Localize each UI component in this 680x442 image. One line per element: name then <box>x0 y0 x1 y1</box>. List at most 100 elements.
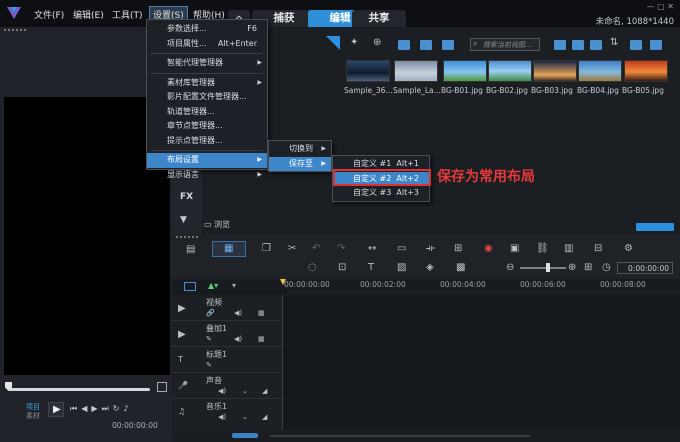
track-visibility-button[interactable] <box>184 282 196 291</box>
search-input[interactable]: ⌕ 搜索当前视图... <box>470 38 540 51</box>
photo-filter-button[interactable] <box>420 40 432 50</box>
expand-arrow-icon[interactable]: ▼ <box>180 215 187 225</box>
timeline-ruler[interactable]: ▲▾ ▾ 00:00:00:00 00:00:02:00 00:00:04:00… <box>172 279 680 295</box>
menu-file[interactable]: 文件(F) <box>34 8 64 21</box>
thumb-bg-b05[interactable] <box>624 60 668 82</box>
zoom-slider[interactable] <box>520 267 566 269</box>
panel-option2-button[interactable] <box>650 40 662 50</box>
paint-icon[interactable]: ▨ <box>397 262 406 273</box>
volume-up-icon[interactable]: ◢ <box>262 413 267 421</box>
track-audio-icon[interactable]: ◀) <box>234 335 242 343</box>
thumb-bg-b03[interactable] <box>533 60 577 82</box>
view-list-button[interactable] <box>554 40 566 50</box>
video-filter-button[interactable] <box>398 40 410 50</box>
next-frame-icon[interactable]: ▶ <box>91 404 101 413</box>
undo-icon[interactable]: ↶ <box>312 243 320 254</box>
mask-icon[interactable]: ◌ <box>308 262 317 273</box>
thumb-bg-b02[interactable] <box>488 60 532 82</box>
menu-item-profile-manager[interactable]: 影片配置文件管理器... <box>147 90 267 105</box>
sort-icon[interactable]: ⇅ <box>610 37 618 48</box>
record-icon[interactable]: ▭ <box>397 243 406 254</box>
panel-option-button[interactable] <box>630 40 642 50</box>
crop-icon[interactable]: ⊡ <box>338 262 346 273</box>
subtitle-icon[interactable]: ▣ <box>510 243 519 254</box>
volume-icon[interactable]: ♪ <box>123 404 132 413</box>
thumb-bg-b01[interactable] <box>443 60 487 82</box>
clock-icon[interactable]: ◷ <box>602 262 611 273</box>
track-audio-icon[interactable]: ◀) <box>218 387 226 395</box>
window-controls[interactable]: — ▢ ✕ <box>647 2 674 11</box>
timeline-timecode[interactable]: 0:00:00:00 <box>617 262 673 274</box>
prev-frame-icon[interactable]: ◀ <box>81 404 91 413</box>
storyboard-view-icon[interactable]: ▤ <box>186 244 195 255</box>
pin-icon[interactable]: ✦ <box>350 37 358 48</box>
menu-item-project-props[interactable]: 项目属性... Alt+Enter <box>147 37 267 52</box>
redo-icon[interactable]: ↷ <box>337 243 345 254</box>
split-icon[interactable]: ✂ <box>288 243 296 254</box>
auto-icon[interactable]: ⚙ <box>624 243 633 254</box>
link-icon[interactable]: ⛓ <box>536 243 549 254</box>
scrollbar-thumb[interactable] <box>232 433 258 438</box>
play-button[interactable]: ▶ <box>48 402 64 417</box>
track-audio-icon[interactable]: ◀) <box>234 309 242 317</box>
view-size-button[interactable] <box>590 40 602 50</box>
browse-button[interactable]: ▭ 浏览 <box>204 219 230 230</box>
playhead-marker[interactable] <box>280 279 286 285</box>
grid-icon[interactable]: ⊟ <box>594 243 602 254</box>
menu-item-layout-settings[interactable]: 布局设置 ▶ <box>147 153 267 168</box>
menu-item-save-to[interactable]: 保存至 ▶ <box>269 156 331 171</box>
zoom-slider-handle[interactable] <box>546 263 550 272</box>
motion-icon[interactable]: ◉ <box>484 243 493 254</box>
add-marker-icon[interactable]: ▲▾ <box>208 281 218 290</box>
mix-icon[interactable]: ⟛ <box>426 243 435 254</box>
menu-edit[interactable]: 编辑(E) <box>73 8 104 21</box>
menu-item-cue-manager[interactable]: 提示点管理器... <box>147 134 267 149</box>
scrub-bar[interactable] <box>8 388 150 391</box>
menu-item-switch-to[interactable]: 切换到 ▶ <box>269 142 331 157</box>
clip-mode-label[interactable]: 素材 <box>26 411 40 421</box>
tab-share[interactable]: 共享 <box>352 10 406 27</box>
timeline-scrollbar[interactable] <box>172 430 680 442</box>
menu-item-smart-proxy[interactable]: 智能代理管理器 ▶ <box>147 56 267 71</box>
add-icon[interactable]: ⊕ <box>373 37 381 48</box>
scroll-track[interactable] <box>270 435 530 437</box>
track-link-icon[interactable]: 🔗 <box>206 309 215 317</box>
copy-icon[interactable]: ❐ <box>262 243 271 254</box>
fit-icon[interactable]: ↔ <box>368 243 376 254</box>
color-icon[interactable]: ◈ <box>426 262 434 273</box>
thumb-bg-b04[interactable] <box>578 60 622 82</box>
view-thumb-button[interactable] <box>572 40 584 50</box>
snapshot-icon[interactable] <box>157 382 167 392</box>
title-icon[interactable]: T <box>368 262 374 273</box>
menu-item-preferences[interactable]: 参数选择... F6 <box>147 22 267 37</box>
thumb-sample-la[interactable] <box>394 60 438 82</box>
player-timecode[interactable]: 00:00:00:00 <box>112 421 158 430</box>
menu-tools[interactable]: 工具(T) <box>112 8 143 21</box>
zoom-in-icon[interactable]: ⊕ <box>568 262 576 273</box>
track-grid-icon[interactable]: ▦ <box>258 309 265 317</box>
chapter-icon[interactable]: ▥ <box>564 243 573 254</box>
menu-item-chapter-manager[interactable]: 章节点管理器... <box>147 119 267 134</box>
volume-up-icon[interactable]: ◢ <box>262 387 267 395</box>
track-edit-icon[interactable]: ✎ <box>206 335 212 343</box>
fit-project-icon[interactable]: ⊞ <box>584 262 592 273</box>
menu-item-track-manager[interactable]: 轨道管理器... <box>147 105 267 120</box>
menu-item-library-manager[interactable]: 素材库管理器 ▶ <box>147 76 267 91</box>
zoom-out-icon[interactable]: ⊖ <box>506 262 514 273</box>
audio-filter-button[interactable] <box>442 40 454 50</box>
track-audio-icon[interactable]: ◀) <box>218 413 226 421</box>
timeline-view-button[interactable]: ▦ <box>212 241 246 257</box>
repeat-icon[interactable]: ↻ <box>113 404 124 413</box>
fx-button[interactable]: FX <box>180 192 193 202</box>
chevron-down-icon[interactable]: ⌄ <box>242 387 248 395</box>
go-start-icon[interactable]: ⏮ <box>70 404 81 413</box>
track-icon[interactable]: ⊞ <box>454 243 462 254</box>
track-edit-icon[interactable]: ✎ <box>206 361 212 369</box>
menu-item-custom-3[interactable]: 自定义 #3 Alt+3 <box>333 186 429 201</box>
ripple-icon[interactable]: ▾ <box>232 281 236 290</box>
track-grid-icon[interactable]: ▦ <box>258 335 265 343</box>
menu-item-display-language[interactable]: 显示语言 ▶ <box>147 168 267 183</box>
go-end-icon[interactable]: ⏭ <box>102 404 113 413</box>
image-icon[interactable]: ▩ <box>456 262 465 273</box>
thumb-sample-36[interactable] <box>346 60 390 82</box>
